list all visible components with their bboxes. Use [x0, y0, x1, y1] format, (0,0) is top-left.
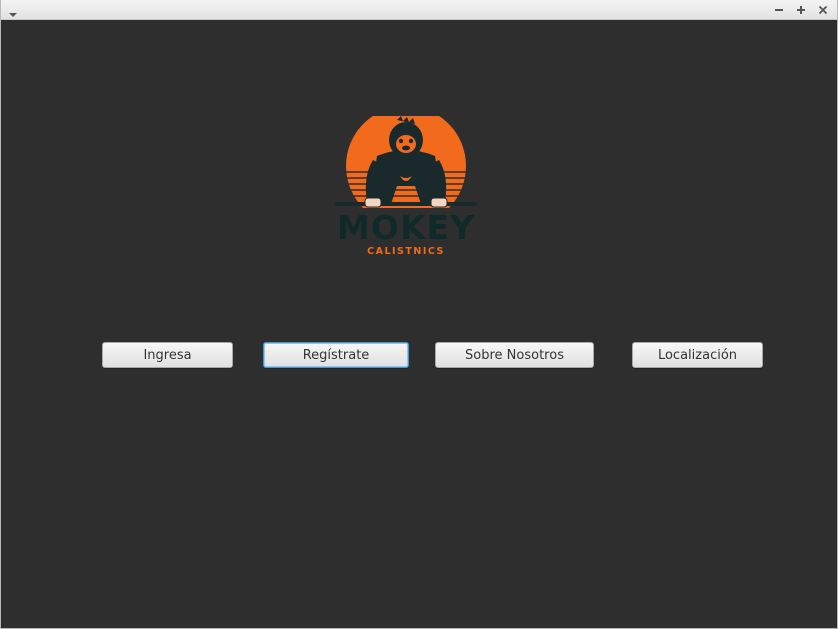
close-icon[interactable] [815, 2, 831, 18]
localizacion-button[interactable]: Localización [632, 342, 763, 368]
main-content: MOKEY CALISTNICS Ingresa Regístrate Sobr… [1, 20, 837, 628]
minimize-icon[interactable] [771, 2, 787, 18]
maximize-icon[interactable] [793, 2, 809, 18]
mokey-logo: MOKEY CALISTNICS [329, 116, 483, 266]
logo-wordmark: MOKEY [337, 208, 475, 247]
ingresa-button[interactable]: Ingresa [102, 342, 233, 368]
registrate-button[interactable]: Regístrate [263, 342, 409, 368]
window-menu-icon[interactable] [7, 5, 19, 17]
logo-subtitle: CALISTNICS [367, 246, 445, 257]
app-window: MOKEY CALISTNICS Ingresa Regístrate Sobr… [0, 0, 838, 629]
window-controls [771, 2, 831, 18]
sobre-nosotros-button[interactable]: Sobre Nosotros [435, 342, 594, 368]
title-bar [1, 0, 837, 20]
monkey-emblem-icon [335, 116, 477, 208]
